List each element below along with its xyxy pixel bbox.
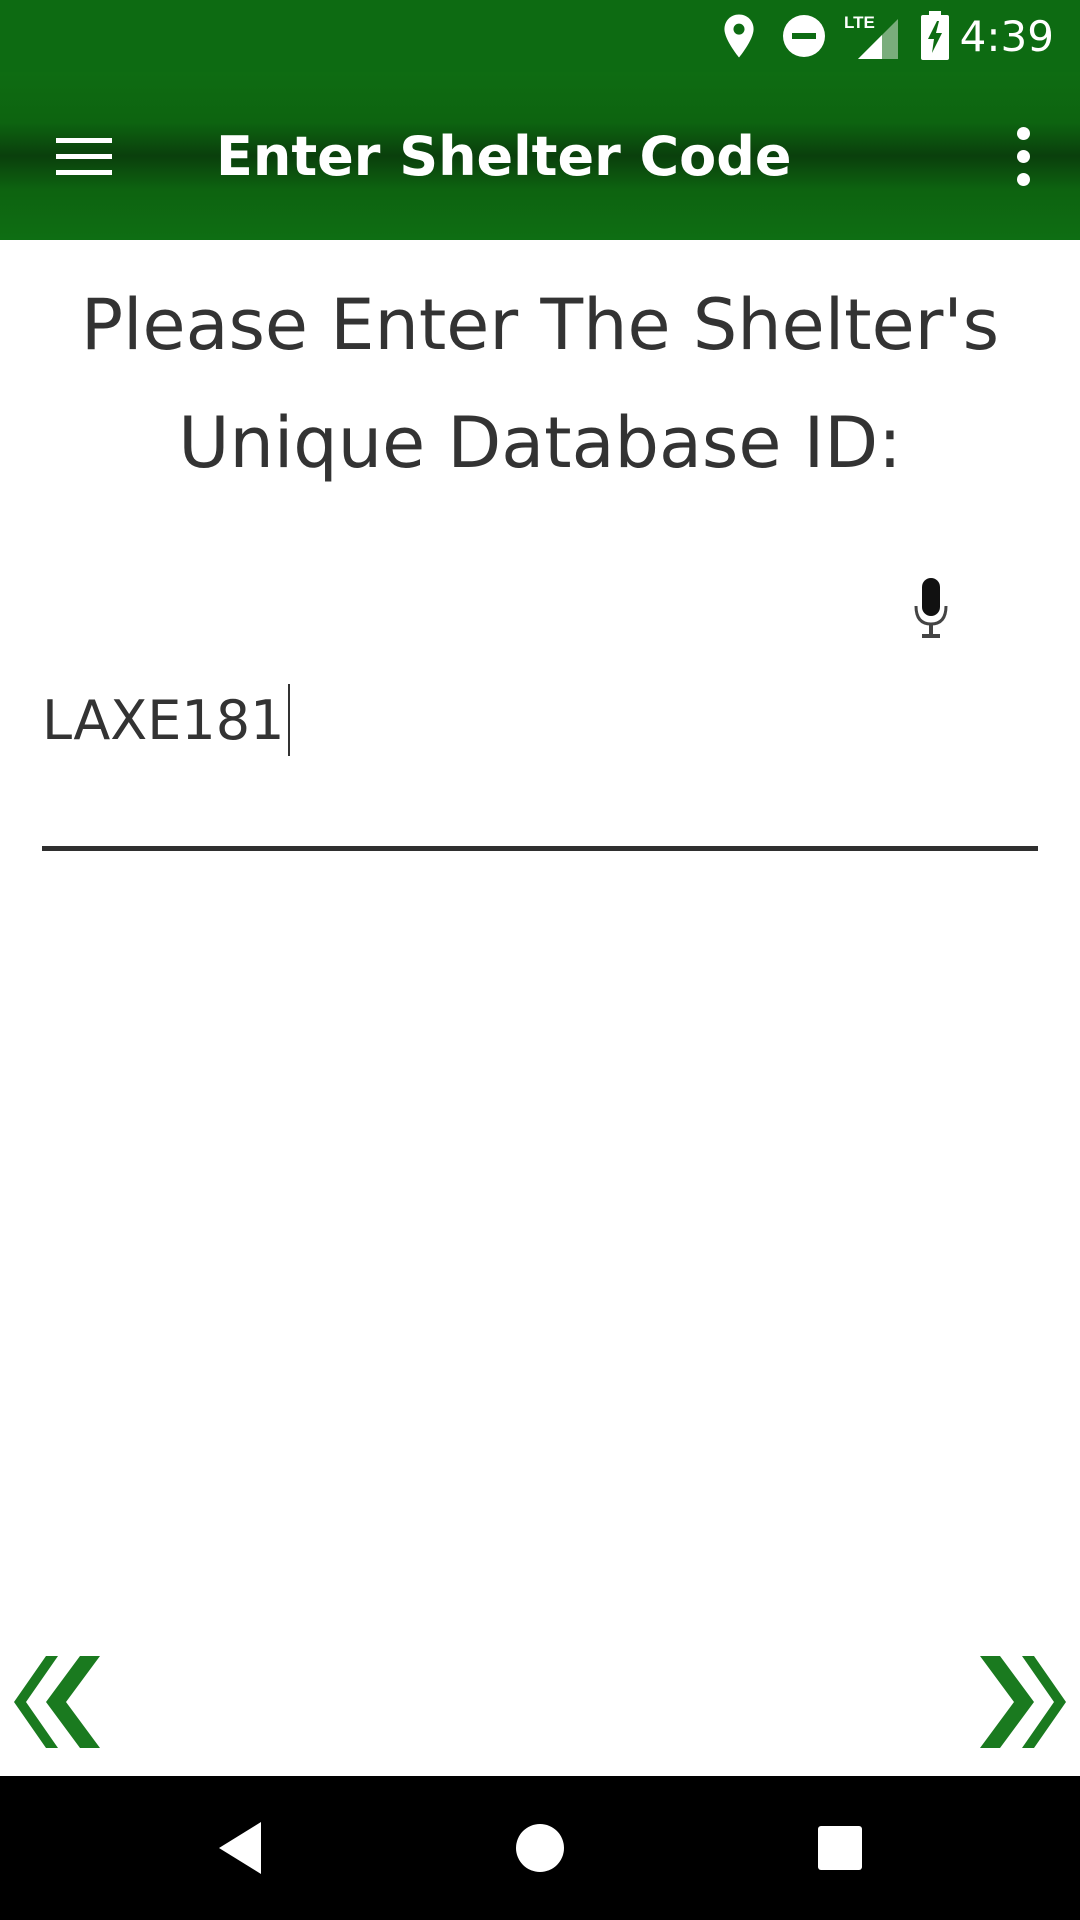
- shelter-id-input[interactable]: LAXE181: [42, 670, 1038, 770]
- shelter-id-value[interactable]: LAXE181: [42, 689, 284, 752]
- do-not-disturb-icon: [782, 0, 826, 72]
- prompt-line-2: Unique Database ID:: [178, 402, 902, 484]
- lte-signal-icon: LTE: [842, 0, 902, 72]
- page-title: Enter Shelter Code: [216, 124, 792, 188]
- status-time: 4:39: [959, 11, 1054, 61]
- location-pin-icon: [720, 0, 758, 72]
- input-underline: [42, 846, 1038, 851]
- app-bar: Enter Shelter Code: [0, 72, 1080, 240]
- overflow-menu-icon[interactable]: [990, 120, 1056, 192]
- double-chevron-left-icon[interactable]: [12, 1650, 108, 1754]
- hamburger-menu-icon[interactable]: [36, 120, 132, 192]
- home-icon[interactable]: [480, 1776, 600, 1920]
- network-type-label: LTE: [844, 13, 875, 32]
- recents-icon[interactable]: [780, 1776, 900, 1920]
- shelter-id-prompt: Please Enter The Shelter's Unique Databa…: [40, 266, 1040, 502]
- microphone-icon[interactable]: [910, 576, 952, 642]
- status-bar: LTE 4:39: [0, 0, 1080, 72]
- text-cursor: [288, 684, 291, 756]
- system-nav-bar: [0, 1776, 1080, 1920]
- double-chevron-right-icon[interactable]: [972, 1650, 1068, 1754]
- back-icon[interactable]: [180, 1776, 300, 1920]
- battery-charging-icon: [920, 0, 950, 72]
- prompt-line-1: Please Enter The Shelter's: [80, 284, 1000, 366]
